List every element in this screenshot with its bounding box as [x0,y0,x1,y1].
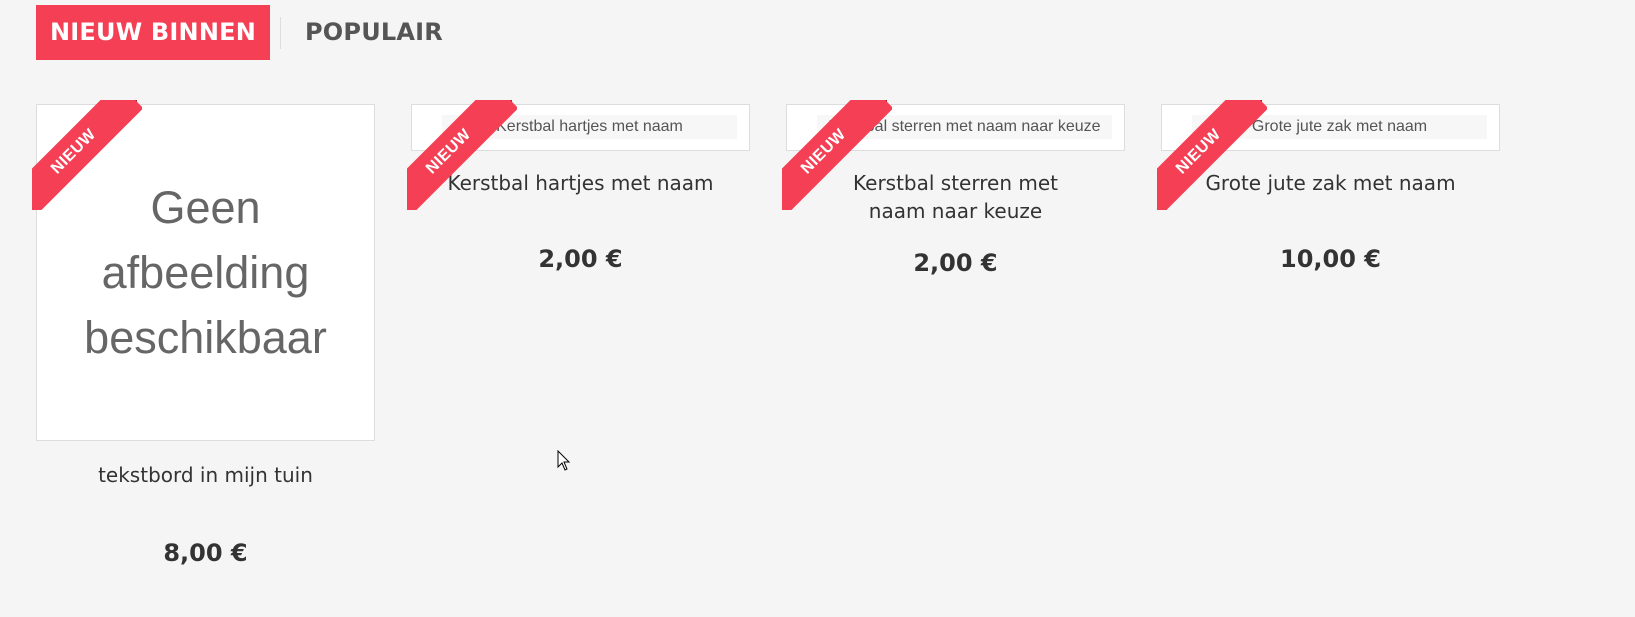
tab-populair[interactable]: POPULAIR [281,5,457,60]
no-image-placeholder-text: Geen afbeelding beschikbaar [84,182,327,363]
product-price: 2,00 € [538,245,623,273]
product-image[interactable]: Kerstbal sterren met naam naar keuze NIE… [782,100,1125,210]
product-card: Kerstbal hartjes met naam NIEUW Kerstbal… [407,100,750,273]
product-price: 8,00 € [163,539,248,567]
mouse-cursor-icon [557,450,571,471]
product-title[interactable]: Grote jute zak met naam [1161,169,1500,197]
product-image[interactable]: Kerstbal hartjes met naam NIEUW [407,100,750,210]
product-title[interactable]: Kerstbal hartjes met naam [411,169,750,197]
product-card: Geen afbeelding beschikbaar NIEUW tekstb… [32,100,375,567]
image-alt-text: Kerstbal hartjes met naam [442,115,737,139]
product-image[interactable]: Grote jute zak met naam NIEUW [1157,100,1500,210]
tab-nieuw-binnen[interactable]: NIEUW BINNEN [36,5,271,60]
product-tabs: NIEUW BINNEN POPULAIR [36,5,457,60]
product-title[interactable]: Kerstbal sterren met naam naar keuze [786,169,1125,225]
image-alt-text: Grote jute zak met naam [1192,115,1487,139]
product-price: 10,00 € [1280,245,1381,273]
product-image[interactable]: Geen afbeelding beschikbaar NIEUW [32,100,375,441]
product-card: Grote jute zak met naam NIEUW Grote jute… [1157,100,1500,273]
image-alt-text: Kerstbal sterren met naam naar keuze [817,115,1112,139]
product-title[interactable]: tekstbord in mijn tuin [36,461,375,489]
product-card: Kerstbal sterren met naam naar keuze NIE… [782,100,1125,277]
product-price: 2,00 € [913,249,998,277]
